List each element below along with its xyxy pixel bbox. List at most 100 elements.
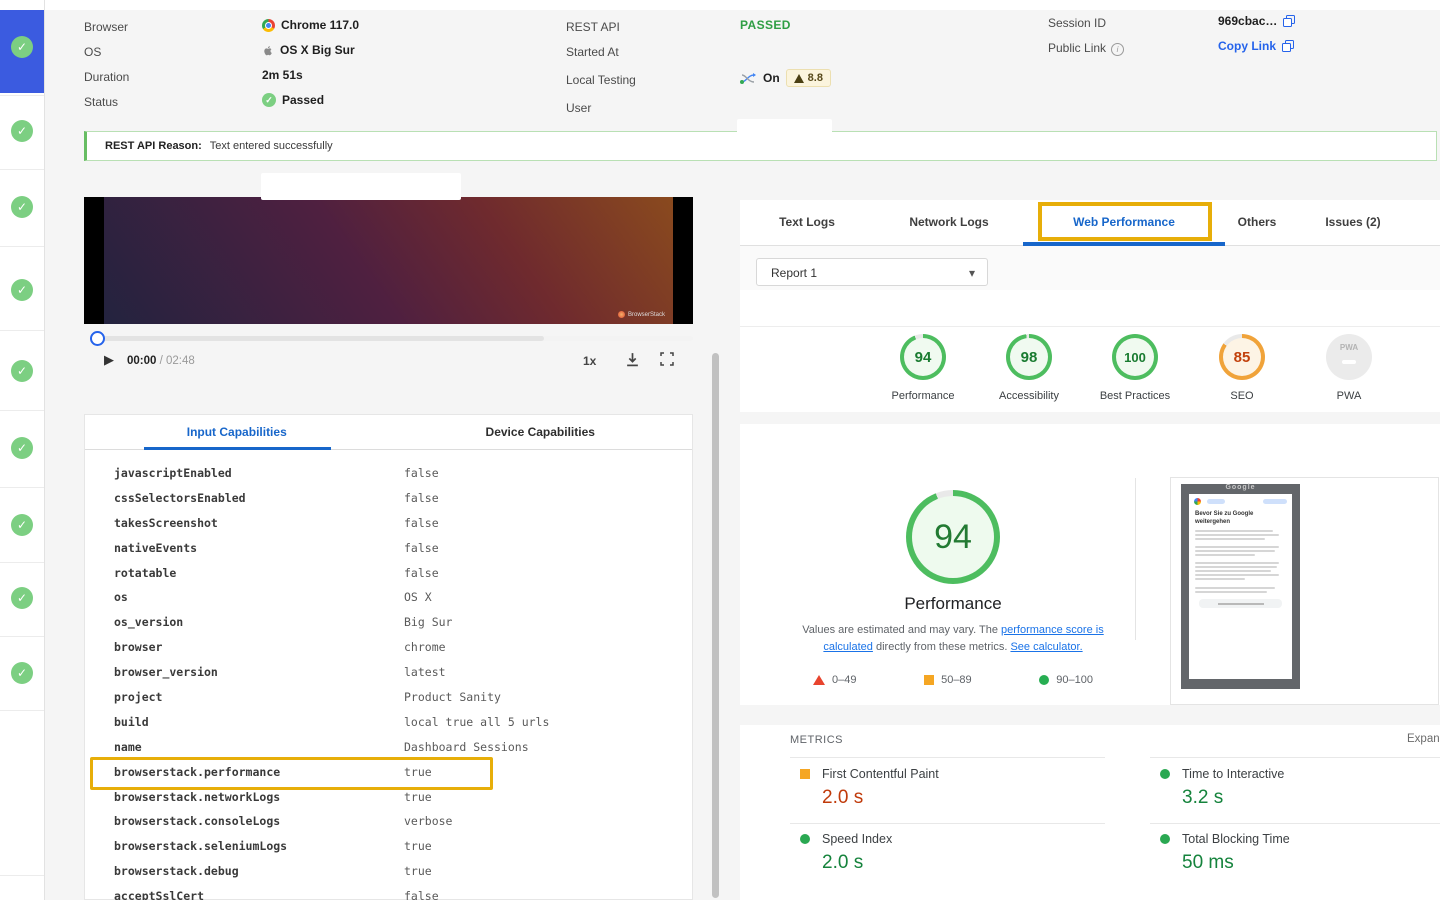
text-line <box>1195 530 1273 532</box>
duration-label: Duration <box>84 70 130 84</box>
square-icon <box>800 769 810 779</box>
capability-value: Big Sur <box>404 615 453 630</box>
legend-average: 50–89 <box>924 674 972 686</box>
fullscreen-icon[interactable] <box>660 352 674 366</box>
triangle-icon <box>813 675 825 685</box>
capability-key: browserstack.debug <box>114 864 239 879</box>
metric-divider <box>1150 823 1440 824</box>
rail-divider <box>0 410 44 411</box>
capability-key: nativeEvents <box>114 540 198 555</box>
status-value: ✓ Passed <box>262 93 324 107</box>
check-circle-icon[interactable]: ✓ <box>11 587 33 609</box>
capability-key: browser <box>114 640 163 655</box>
tab-others[interactable]: Others <box>1238 215 1277 229</box>
check-circle-icon[interactable]: ✓ <box>11 662 33 684</box>
session-id-text: 969cbac… <box>1218 14 1278 28</box>
gauge-value: 94 <box>912 496 994 578</box>
check-circle-icon[interactable]: ✓ <box>11 360 33 382</box>
metric-value: 2.0 s <box>822 787 864 808</box>
local-testing-value: On 8.8 <box>740 69 831 87</box>
video-seekbar[interactable] <box>95 336 693 341</box>
text-line <box>1195 566 1277 568</box>
table-row: os OS X <box>85 585 692 610</box>
table-row: nativeEvents false <box>85 536 692 561</box>
vertical-divider <box>1135 478 1136 640</box>
play-button[interactable]: ▶ <box>104 352 114 368</box>
capability-key: browserstack.seleniumLogs <box>114 839 288 854</box>
check-circle-icon[interactable]: ✓ <box>11 279 33 301</box>
tab-input-capabilities[interactable]: Input Capabilities <box>85 415 389 449</box>
chip <box>1207 499 1225 504</box>
capability-value: false <box>404 565 439 580</box>
capability-value: local true all 5 urls <box>404 714 550 729</box>
tab-device-capabilities[interactable]: Device Capabilities <box>389 415 693 449</box>
rail-divider <box>0 875 44 876</box>
capability-key: cssSelectorsEnabled <box>114 490 246 505</box>
duration-value: 2m 51s <box>262 68 303 82</box>
score-ring: 98 <box>1006 334 1052 380</box>
redaction-overlay <box>737 119 832 142</box>
tab-network-logs[interactable]: Network Logs <box>909 215 988 229</box>
check-circle-icon[interactable]: ✓ <box>11 196 33 218</box>
text-line <box>1195 554 1255 556</box>
gauge-label: Performance <box>904 594 1002 613</box>
table-row: javascriptEnabled false <box>85 461 692 486</box>
score-seo: 85 SEO <box>1202 334 1282 402</box>
capability-key: javascriptEnabled <box>114 466 232 480</box>
score-pwa: PWA PWA <box>1309 334 1389 402</box>
copy-link[interactable]: Copy Link <box>1218 39 1295 53</box>
capability-value: latest <box>404 665 446 680</box>
metric-value: 2.0 s <box>822 852 864 873</box>
copy-icon[interactable] <box>1282 40 1295 52</box>
tab-issues[interactable]: Issues (2) <box>1325 215 1380 229</box>
performance-gauge: 94 <box>906 490 1000 584</box>
text-line <box>1195 550 1275 552</box>
session-page: ✓ ✓ ✓ ✓ ✓ ✓ ✓ ✓ ✓ Browser Chrome 117.0 O… <box>0 0 1440 900</box>
local-testing-warning-badge[interactable]: 8.8 <box>785 69 831 87</box>
capability-value: chrome <box>404 640 446 655</box>
table-row: cssSelectorsEnabled false <box>85 486 692 511</box>
thumbnail-header <box>1189 494 1292 507</box>
note-text: Values are estimated and may vary. The <box>802 624 1001 636</box>
tab-text-logs[interactable]: Text Logs <box>779 215 835 229</box>
report-dropdown[interactable]: Report 1 ▾ <box>756 258 988 286</box>
check-circle-icon[interactable]: ✓ <box>11 514 33 536</box>
see-calculator-link[interactable]: See calculator. <box>1010 641 1082 653</box>
check-circle-icon[interactable]: ✓ <box>11 36 33 58</box>
table-row: name Dashboard Sessions <box>85 735 692 760</box>
note-text: directly from these metrics. <box>872 641 1011 653</box>
pwa-text: PWA <box>1339 343 1359 352</box>
public-link-label-text: Public Link <box>1048 41 1107 55</box>
info-icon[interactable]: i <box>1111 43 1125 56</box>
chevron-down-icon: ▾ <box>968 266 975 280</box>
panel-scrollbar[interactable] <box>712 353 719 898</box>
section-divider <box>740 705 1440 725</box>
score-value: 98 <box>1010 338 1048 376</box>
status-label: Status <box>84 95 119 109</box>
metric-divider <box>790 757 1105 758</box>
metric-name: Total Blocking Time <box>1182 832 1290 846</box>
playback-speed-button[interactable]: 1x <box>583 354 596 368</box>
score-performance: 94 Performance <box>883 334 963 402</box>
capability-value: false <box>404 889 439 900</box>
chrome-icon <box>262 18 275 32</box>
copy-icon[interactable] <box>1283 15 1296 27</box>
warning-count: 8.8 <box>807 72 823 84</box>
warning-triangle-icon <box>793 73 804 83</box>
seekbar-handle[interactable] <box>90 331 105 346</box>
download-icon[interactable] <box>625 352 640 367</box>
score-best-practices: 100 Best Practices <box>1095 334 1175 402</box>
pwa-badge-icon: PWA <box>1326 334 1372 380</box>
check-circle-icon[interactable]: ✓ <box>11 437 33 459</box>
public-link-label: Public Link i <box>1048 41 1125 56</box>
expand-button[interactable]: Expand <box>1407 733 1440 745</box>
session-video[interactable]: BrowserStack <box>84 197 693 324</box>
table-row: project Product Sanity <box>85 685 692 710</box>
os-value: OS X Big Sur <box>262 43 355 57</box>
page-screenshot-thumbnail[interactable]: Google Bevor Sie zu Google weitergehen <box>1181 484 1300 689</box>
capability-value: OS X <box>404 590 432 605</box>
redaction-overlay <box>261 173 461 200</box>
check-circle-icon[interactable]: ✓ <box>11 120 33 142</box>
rest-api-status: PASSED <box>740 18 791 32</box>
reason-value: Text entered successfully <box>209 140 333 152</box>
